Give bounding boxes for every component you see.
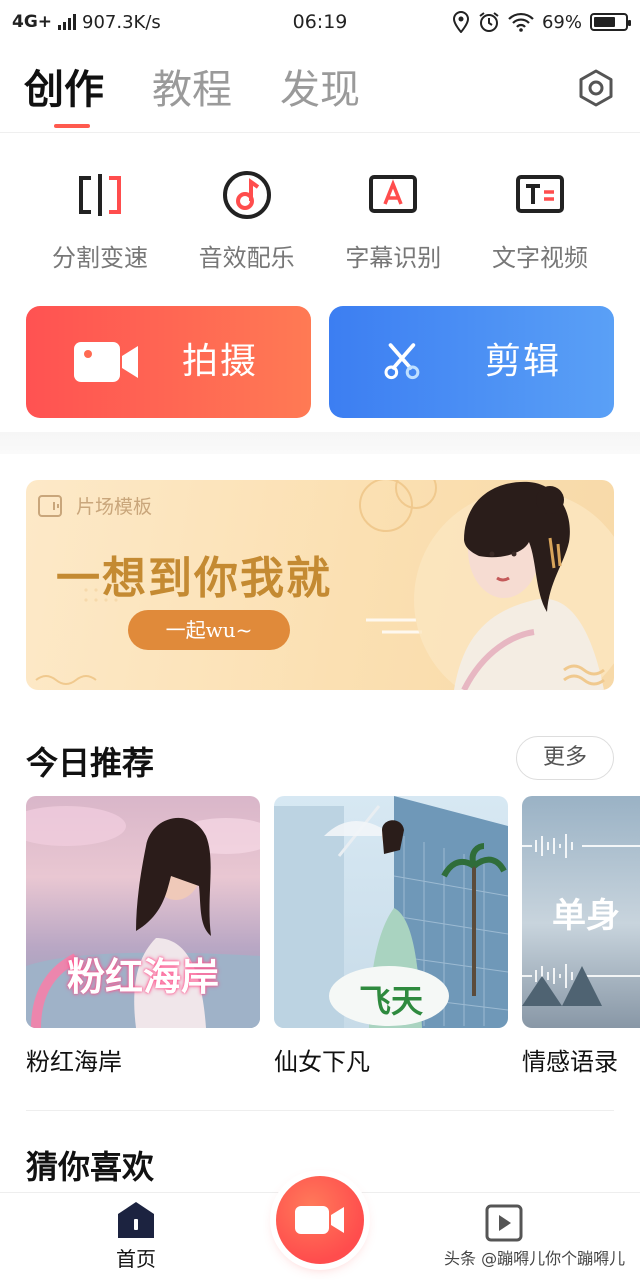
split-icon xyxy=(79,174,121,216)
card-name: 粉红海岸 xyxy=(26,1048,122,1076)
signal-icon xyxy=(58,14,77,30)
card-overlay-text: 粉红海岸 xyxy=(66,955,219,999)
today-title: 今日推荐 xyxy=(26,744,155,782)
camera-icon xyxy=(295,1206,344,1234)
edit-button[interactable]: 剪辑 xyxy=(329,306,614,418)
tool-subtitle-recognition[interactable]: 字幕识别 xyxy=(333,168,453,273)
top-tabs: 创作 教程 发现 xyxy=(24,58,616,134)
tool-label: 字幕识别 xyxy=(345,244,442,272)
rec-card-fairy[interactable]: 飞天 仙女下凡 xyxy=(274,796,508,1077)
banner-tag: 片场模板 xyxy=(38,492,152,519)
rec-card-pink-coast[interactable]: 粉红海岸 粉红海岸 xyxy=(26,796,260,1077)
card-overlay-text: 飞天 xyxy=(358,982,423,1020)
tool-text-video[interactable]: 文字视频 xyxy=(480,168,600,273)
card-name: 仙女下凡 xyxy=(274,1048,370,1076)
nav-home-label: 首页 xyxy=(116,1247,156,1271)
subtitle-icon xyxy=(369,175,418,213)
tool-split-speed[interactable]: 分割变速 xyxy=(40,168,160,273)
tab-discover[interactable]: 发现 xyxy=(280,58,360,122)
tab-divider xyxy=(0,132,640,133)
network-speed: 907.3K/s xyxy=(82,11,161,33)
tool-label: 分割变速 xyxy=(52,244,148,272)
tool-sound-music[interactable]: 音效配乐 xyxy=(187,168,307,273)
card-overlay-text: 单身 xyxy=(552,896,620,936)
alarm-icon xyxy=(479,12,499,32)
template-banner[interactable]: 片场模板 一想到你我就 一起wu~ xyxy=(26,480,614,690)
watermark-text: 头条 @蹦嘚儿你个蹦嘚儿 xyxy=(444,1249,626,1268)
music-note-icon xyxy=(222,171,271,219)
banner-portrait-image xyxy=(414,481,614,690)
video-play-icon[interactable] xyxy=(484,1203,524,1243)
location-icon xyxy=(452,11,469,33)
text-video-icon xyxy=(515,175,564,213)
tab-tutorial[interactable]: 教程 xyxy=(152,58,232,122)
scissors-icon xyxy=(384,343,420,380)
card-image: 粉红海岸 xyxy=(26,796,260,1028)
wifi-icon xyxy=(508,12,534,32)
banner-pill: 一起wu~ xyxy=(128,610,290,650)
record-button[interactable] xyxy=(276,1176,364,1264)
battery-icon xyxy=(590,13,631,31)
shoot-button[interactable]: 拍摄 xyxy=(26,306,311,418)
battery-percent: 69% xyxy=(541,11,582,33)
card-image: 飞天 xyxy=(274,796,508,1028)
template-icon xyxy=(38,494,62,517)
banner-title: 一想到你我就 xyxy=(56,553,332,604)
card-image: 单身 xyxy=(522,796,640,1028)
more-button[interactable]: 更多 xyxy=(516,736,614,780)
status-bar: 4G+ 907.3K/s 06:19 69% xyxy=(0,0,640,44)
tool-label: 文字视频 xyxy=(491,244,588,272)
tool-row: 分割变速 音效配乐 字幕识别 文字视频 xyxy=(40,168,600,273)
tool-label: 音效配乐 xyxy=(198,244,295,272)
settings-icon[interactable] xyxy=(576,68,616,108)
network-type: 4G+ xyxy=(12,12,53,32)
edit-label: 剪辑 xyxy=(485,341,562,382)
tab-create[interactable]: 创作 xyxy=(24,58,104,128)
guess-title: 猜你喜欢 xyxy=(26,1148,155,1186)
home-icon xyxy=(118,1202,154,1238)
section-divider xyxy=(26,1110,614,1111)
section-gap xyxy=(0,432,640,454)
nav-home[interactable]: 首页 xyxy=(106,1201,166,1272)
card-name: 情感语录 xyxy=(522,1048,618,1076)
banner-tag-label: 片场模板 xyxy=(76,496,153,518)
today-cards: 粉红海岸 粉红海岸 飞天 仙女下凡 单身 情感语录 xyxy=(26,796,640,1086)
video-camera-icon xyxy=(74,342,138,382)
shoot-label: 拍摄 xyxy=(182,341,259,382)
rec-card-emotion-quotes[interactable]: 单身 情感语录 xyxy=(522,796,640,1077)
